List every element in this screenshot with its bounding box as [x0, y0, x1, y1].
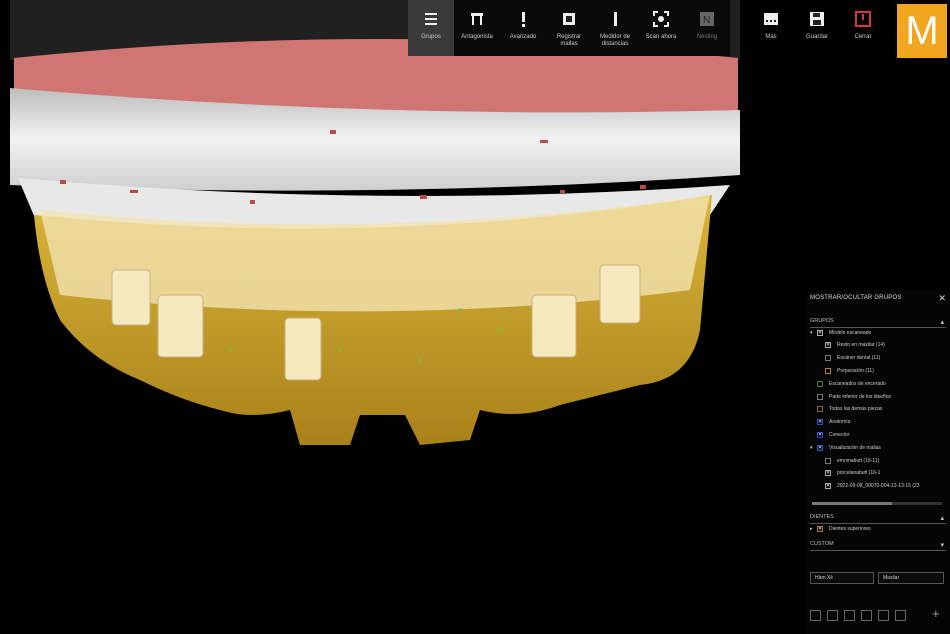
- scrollbar[interactable]: [812, 502, 942, 505]
- group-label: Modelo escaneado: [829, 329, 872, 336]
- checkbox[interactable]: [825, 457, 831, 464]
- view-icon[interactable]: [861, 610, 872, 621]
- group-row[interactable]: Conector: [810, 430, 849, 439]
- checkbox[interactable]: [817, 431, 823, 438]
- custom-section-header[interactable]: CUSTOM ▾: [810, 541, 946, 551]
- group-label: Anatomía: [829, 419, 851, 426]
- group-row[interactable]: Todas las demás piezas: [810, 405, 882, 414]
- group-label: Preparación (11): [837, 367, 874, 374]
- group-row[interactable]: porcelanabutt (16-1: [818, 469, 880, 478]
- groups-section-header[interactable]: GRUPOS ▴: [810, 318, 946, 328]
- group-label: Escáner dental (11): [837, 355, 881, 362]
- register-meshes-icon: [558, 8, 580, 30]
- panel-title: MOSTRAR/OCULTAR GRUPOS: [810, 295, 902, 301]
- scan-icon: [650, 8, 672, 30]
- close-icon[interactable]: ✕: [938, 293, 946, 304]
- checkbox[interactable]: [825, 342, 831, 349]
- power-icon: [852, 8, 874, 30]
- jaw-field-left[interactable]: Hàm Xẻ: [810, 572, 874, 584]
- checkbox[interactable]: [817, 419, 823, 426]
- antagonist-button[interactable]: Antagonista: [454, 0, 500, 56]
- group-label: Conector: [829, 431, 850, 438]
- group-row[interactable]: Resto en maxilar (14): [818, 341, 885, 350]
- secondary-toolbar: Más Guardar Cerrar: [748, 0, 886, 56]
- app-logo: M: [897, 4, 947, 58]
- expand-icon[interactable]: ▾: [810, 330, 817, 336]
- view-icon[interactable]: [878, 610, 889, 621]
- checkbox[interactable]: [817, 444, 823, 451]
- view-buttons: [810, 610, 906, 621]
- group-row[interactable]: ▾ Modelo escaneado: [810, 328, 871, 337]
- checkbox[interactable]: [825, 483, 831, 490]
- scan-now-button[interactable]: Scan ahora: [638, 0, 684, 56]
- group-label: 2022-09-08_00070-004-13-13-15 (23: [837, 483, 920, 490]
- view-icon[interactable]: [827, 610, 838, 621]
- group-row[interactable]: Escáner dental (11): [818, 354, 880, 363]
- expand-icon[interactable]: ▾: [810, 445, 817, 451]
- save-icon: [806, 8, 828, 30]
- group-label: Visualización de mallas: [829, 444, 881, 451]
- groups-button[interactable]: Grupos: [408, 0, 454, 56]
- group-row[interactable]: emomabutt (16-11): [818, 456, 879, 465]
- chevron-down-icon: ▾: [940, 542, 944, 549]
- group-row[interactable]: Anatomía: [810, 418, 850, 427]
- svg-text:N: N: [703, 15, 710, 26]
- collapse-icon: ▴: [940, 319, 944, 326]
- group-label: emomabutt (16-11): [837, 457, 880, 464]
- collapse-icon: ▴: [940, 515, 944, 522]
- checkbox[interactable]: [825, 355, 831, 362]
- add-icon[interactable]: +: [932, 606, 940, 621]
- distance-meter-icon: [604, 8, 626, 30]
- nesting-button[interactable]: N Nesting: [684, 0, 730, 56]
- view-icon[interactable]: [810, 610, 821, 621]
- hamburger-icon: [420, 8, 442, 30]
- teeth-row[interactable]: ▸ Dientes superiores: [810, 524, 871, 533]
- more-button[interactable]: Más: [748, 0, 794, 56]
- main-toolbar: Grupos Antagonista Avanzado Registrar ma…: [408, 0, 730, 56]
- group-row[interactable]: Preparación (11): [818, 366, 874, 375]
- group-label: Escaneados de encerado: [829, 380, 886, 387]
- exclamation-icon: [512, 8, 534, 30]
- distance-meter-button[interactable]: Medidor de distancias: [592, 0, 638, 56]
- checkbox[interactable]: [825, 367, 831, 374]
- register-meshes-button[interactable]: Registrar mallas: [546, 0, 592, 56]
- more-icon: [760, 8, 782, 30]
- nesting-icon: N: [696, 8, 718, 30]
- advanced-button[interactable]: Avanzado: [500, 0, 546, 56]
- group-label: porcelanabutt (16-1: [837, 470, 881, 477]
- scrollbar-thumb[interactable]: [812, 502, 892, 505]
- checkbox[interactable]: [825, 470, 831, 477]
- checkbox[interactable]: [817, 525, 823, 532]
- group-label: Resto en maxilar (14): [837, 342, 885, 349]
- antagonist-icon: [466, 8, 488, 30]
- view-icon[interactable]: [895, 610, 906, 621]
- teeth-section-header[interactable]: DIENTES ▴: [810, 514, 946, 524]
- group-row[interactable]: ▾ Visualización de mallas: [810, 443, 881, 452]
- group-row[interactable]: Parte inferior de los diseños: [810, 392, 891, 401]
- checkbox[interactable]: [817, 329, 823, 336]
- view-icon[interactable]: [844, 610, 855, 621]
- save-button[interactable]: Guardar: [794, 0, 840, 56]
- jaw-field-right[interactable]: Maxilar: [878, 572, 944, 584]
- group-row[interactable]: 2022-09-08_00070-004-13-13-15 (23: [818, 482, 920, 491]
- checkbox[interactable]: [817, 380, 823, 387]
- checkbox[interactable]: [817, 406, 823, 413]
- close-app-button[interactable]: Cerrar: [840, 0, 886, 56]
- group-label: Todas las demás piezas: [829, 406, 883, 413]
- checkbox[interactable]: [817, 393, 823, 400]
- group-label: Parte inferior de los diseños: [829, 393, 891, 400]
- group-row[interactable]: Escaneados de encerado: [810, 379, 886, 388]
